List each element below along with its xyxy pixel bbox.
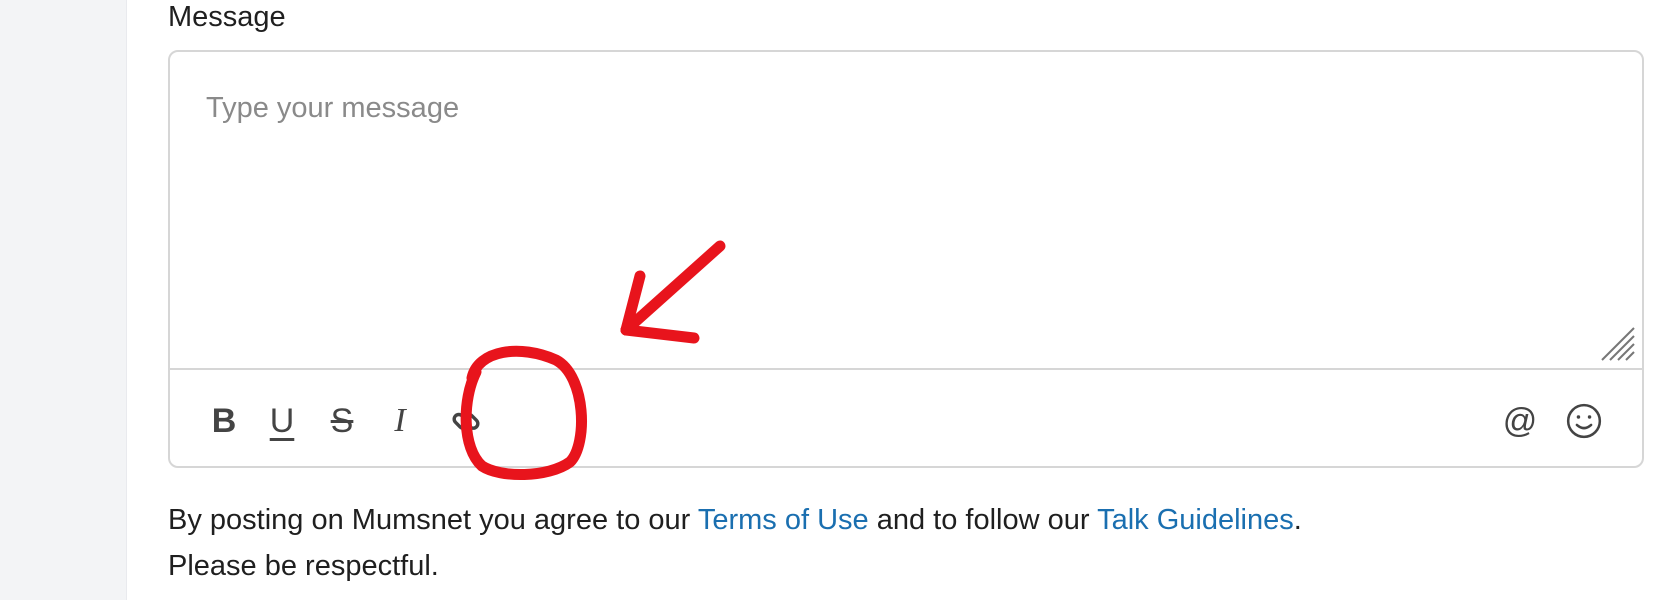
smiley-icon xyxy=(1566,403,1602,439)
underline-icon: U xyxy=(269,401,295,440)
bold-button[interactable]: B xyxy=(204,398,244,444)
strikethrough-button[interactable]: S xyxy=(322,398,362,444)
left-gutter xyxy=(0,0,127,600)
underline-button[interactable]: U xyxy=(262,398,302,444)
terms-of-use-link[interactable]: Terms of Use xyxy=(698,504,869,536)
respect-notice: Please be respectful. xyxy=(168,550,439,582)
terms-middle: and to follow our xyxy=(868,504,1098,536)
bold-icon: B xyxy=(211,401,237,440)
italic-button[interactable]: I xyxy=(380,398,420,444)
strikethrough-icon: S xyxy=(330,401,354,440)
at-icon: @ xyxy=(1502,401,1538,440)
mention-button[interactable]: @ xyxy=(1500,398,1540,444)
italic-icon: I xyxy=(394,402,406,439)
emoji-button[interactable] xyxy=(1564,398,1604,444)
link-icon xyxy=(452,412,480,430)
message-editor: B U S I @ xyxy=(168,50,1644,468)
insert-link-button[interactable] xyxy=(446,398,486,444)
message-label: Message xyxy=(168,1,286,33)
message-textarea[interactable] xyxy=(170,52,1642,368)
formatting-toolbar: B U S I @ xyxy=(170,368,1642,466)
resize-handle-icon[interactable] xyxy=(1594,320,1638,364)
terms-suffix: . xyxy=(1293,504,1302,536)
terms-prefix: By posting on Mumsnet you agree to our xyxy=(168,504,698,536)
posting-terms-notice: By posting on Mumsnet you agree to our T… xyxy=(168,497,1628,589)
talk-guidelines-link[interactable]: Talk Guidelines xyxy=(1097,504,1294,536)
